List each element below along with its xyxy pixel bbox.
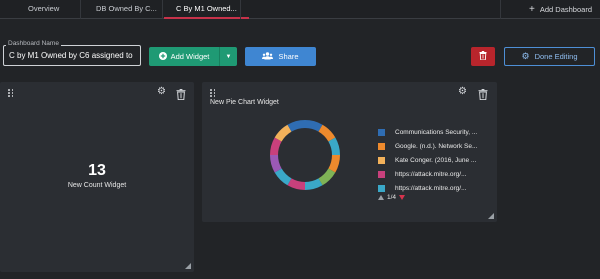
pie-legend: Communications Security, ... Google. (n.… bbox=[378, 125, 493, 195]
caret-down-icon: ▼ bbox=[225, 53, 232, 60]
done-editing-button[interactable]: ⚙ Done Editing bbox=[504, 47, 595, 66]
pie-chart-widget: ⚙ New Pie Chart Widget Communications Se… bbox=[202, 82, 497, 222]
donut-segment[interactable] bbox=[318, 168, 336, 186]
gear-icon: ⚙ bbox=[521, 51, 530, 61]
delete-dashboard-button[interactable] bbox=[471, 47, 495, 66]
add-dashboard-label: Add Dashboard bbox=[539, 4, 592, 14]
tab-divider bbox=[500, 0, 501, 19]
count-widget: ⚙ 13 New Count Widget bbox=[0, 82, 194, 272]
legend-label: https://attack.mitre.org/... bbox=[395, 170, 467, 178]
legend-item[interactable]: https://attack.mitre.org/... bbox=[378, 167, 493, 181]
plus-circle-icon bbox=[158, 51, 167, 62]
resize-handle-icon[interactable] bbox=[185, 263, 191, 269]
count-widget-title: New Count Widget bbox=[67, 182, 127, 189]
legend-swatch bbox=[378, 128, 385, 136]
donut-segment[interactable] bbox=[274, 168, 292, 186]
resize-handle-icon[interactable] bbox=[488, 213, 494, 219]
legend-item[interactable]: https://attack.mitre.org/... bbox=[378, 181, 493, 195]
donut-segment[interactable] bbox=[274, 124, 292, 142]
legend-label: Kate Conger. (2016, June ... bbox=[395, 156, 477, 164]
add-widget-label: Add Widget bbox=[170, 52, 210, 61]
trash-icon[interactable] bbox=[478, 87, 488, 101]
donut-segment[interactable] bbox=[287, 178, 306, 190]
trash-icon bbox=[479, 51, 487, 62]
legend-swatch bbox=[378, 142, 385, 150]
plus-icon: + bbox=[529, 3, 535, 15]
add-widget-main[interactable]: Add Widget bbox=[149, 47, 219, 66]
trash-icon[interactable] bbox=[176, 87, 186, 101]
share-button[interactable]: Share bbox=[245, 47, 316, 66]
donut-segment[interactable] bbox=[328, 137, 340, 156]
legend-item[interactable]: Kate Conger. (2016, June ... bbox=[378, 153, 493, 167]
legend-swatch bbox=[378, 170, 385, 178]
tab-divider bbox=[240, 0, 241, 19]
tab-db-owned[interactable]: DB Owned By C... bbox=[84, 0, 169, 19]
legend-label: https://attack.mitre.org/... bbox=[395, 184, 467, 192]
add-dashboard-button[interactable]: + Add Dashboard bbox=[529, 0, 592, 19]
legend-swatch bbox=[378, 184, 385, 192]
legend-pager: 1/4 bbox=[378, 194, 406, 201]
donut-segment[interactable] bbox=[270, 154, 282, 173]
legend-swatch bbox=[378, 156, 385, 164]
dashboard-name-label: Dashboard Name bbox=[6, 40, 61, 47]
done-editing-label: Done Editing bbox=[534, 52, 578, 61]
dashboard-tab-bar: Overview DB Owned By C... C By M1 Owned.… bbox=[0, 0, 600, 19]
legend-label: Google. (n.d.). Network Se... bbox=[395, 142, 478, 150]
legend-label: Communications Security, ... bbox=[395, 128, 478, 136]
share-label: Share bbox=[278, 52, 299, 61]
page-down-icon[interactable] bbox=[399, 195, 406, 200]
donut-chart bbox=[270, 120, 340, 190]
tab-c-by-m1-owned[interactable]: C By M1 Owned... bbox=[164, 0, 249, 19]
tab-overview[interactable]: Overview bbox=[16, 0, 71, 19]
donut-segment[interactable] bbox=[318, 124, 336, 142]
add-widget-dropdown-toggle[interactable]: ▼ bbox=[219, 47, 237, 66]
page-up-icon[interactable] bbox=[378, 195, 384, 200]
donut-segment[interactable] bbox=[304, 178, 323, 190]
donut-segment[interactable] bbox=[304, 120, 323, 132]
legend-page-indicator: 1/4 bbox=[387, 194, 397, 201]
count-value: 13 bbox=[88, 162, 106, 179]
dashboard-name-field: Dashboard Name bbox=[3, 40, 141, 66]
legend-item[interactable]: Google. (n.d.). Network Se... bbox=[378, 139, 493, 153]
add-widget-button[interactable]: Add Widget ▼ bbox=[149, 47, 237, 66]
drag-handle-icon[interactable] bbox=[210, 89, 216, 97]
pie-widget-title: New Pie Chart Widget bbox=[210, 99, 279, 106]
donut-segment[interactable] bbox=[270, 137, 282, 156]
tab-divider bbox=[80, 0, 81, 19]
users-icon bbox=[262, 51, 274, 62]
tab-divider bbox=[162, 0, 163, 19]
drag-handle-icon[interactable] bbox=[8, 89, 14, 97]
legend-item[interactable]: Communications Security, ... bbox=[378, 125, 493, 139]
gear-icon[interactable]: ⚙ bbox=[157, 87, 167, 97]
donut-segment[interactable] bbox=[287, 120, 306, 132]
dashboard-name-input[interactable] bbox=[3, 45, 141, 66]
donut-segment[interactable] bbox=[328, 154, 340, 173]
gear-icon[interactable]: ⚙ bbox=[458, 87, 468, 97]
